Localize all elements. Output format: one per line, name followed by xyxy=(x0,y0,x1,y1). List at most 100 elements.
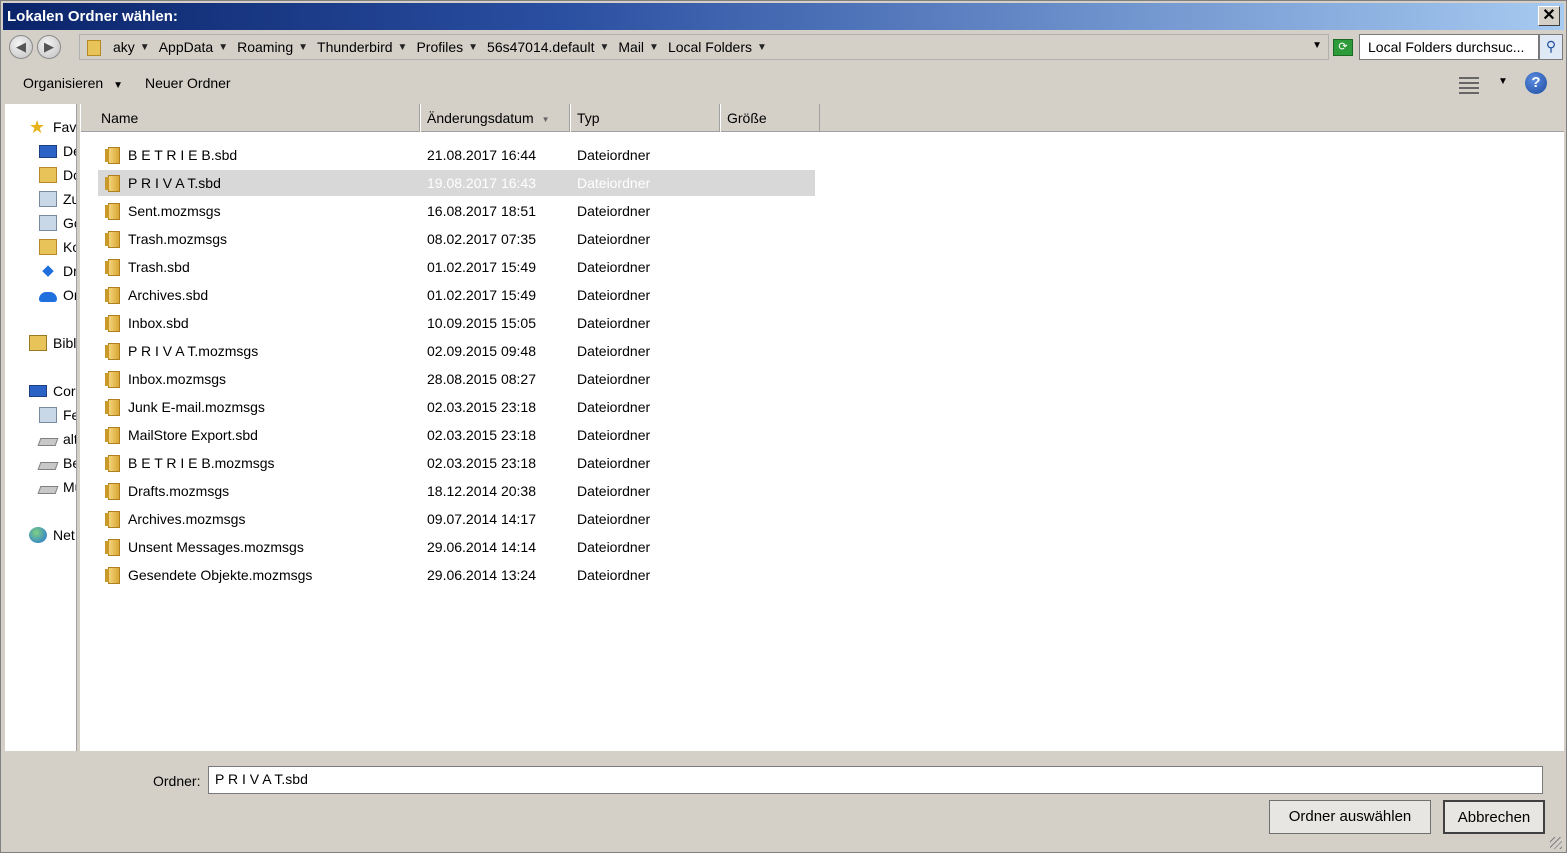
file-type: Dateiordner xyxy=(577,203,651,219)
nav-item[interactable]: Net xyxy=(29,524,75,546)
window-title: Lokalen Ordner wählen: xyxy=(7,8,178,25)
arrow-right-icon: ▶ xyxy=(44,39,54,54)
list-item[interactable]: MailStore Export.sbd 02.03.2015 23:18 Date… xyxy=(98,422,815,448)
folder-icon xyxy=(104,314,120,332)
chevron-down-icon[interactable]: ▼ xyxy=(757,42,771,53)
list-item[interactable]: Sent.mozmsgs 16.08.2017 18:51 Dateiordner xyxy=(98,198,815,224)
nav-item[interactable]: alt xyxy=(37,428,76,450)
column-size[interactable]: Größe xyxy=(720,104,820,132)
breadcrumb-item[interactable]: Thunderbird ▼ xyxy=(312,35,411,59)
folder-icon xyxy=(104,482,120,500)
nav-item[interactable]: Or xyxy=(39,284,76,306)
nav-item[interactable]: Cor xyxy=(29,380,76,402)
folder-icon xyxy=(84,35,104,59)
file-date: 02.09.2015 09:48 xyxy=(427,343,536,359)
file-name: Trash.sbd xyxy=(128,259,190,275)
breadcrumb-item[interactable]: ▶aky▼ xyxy=(104,35,154,59)
column-date[interactable]: Änderungsdatum ▼ xyxy=(420,104,570,132)
file-name: Unsent Messages.mozmsgs xyxy=(128,539,304,555)
help-icon[interactable]: ? xyxy=(1525,72,1547,94)
star-icon: ★ xyxy=(29,117,46,137)
breadcrumb-item[interactable]: 56s47014.default ▼ xyxy=(482,35,613,59)
chevron-down-icon[interactable]: ▼ xyxy=(468,42,482,53)
nav-item-label: Zu xyxy=(63,191,76,207)
chevron-down-icon: ▼ xyxy=(113,80,124,91)
breadcrumb-item[interactable]: AppData ▼ xyxy=(154,35,232,59)
forward-button[interactable]: ▶ xyxy=(37,35,61,59)
breadcrumb-item[interactable]: Profiles ▼ xyxy=(411,35,482,59)
organize-menu[interactable]: Organisieren ▼ xyxy=(23,75,123,91)
list-item[interactable]: Archives.sbd 01.02.2017 15:49 Dateiordner xyxy=(98,282,815,308)
list-item[interactable]: Inbox.mozmsgs 28.08.2015 08:27 Dateiordner xyxy=(98,366,815,392)
breadcrumb-label: Mail xyxy=(618,39,645,55)
chevron-down-icon[interactable]: ▼ xyxy=(649,42,663,53)
breadcrumb-item[interactable]: Roaming ▼ xyxy=(232,35,312,59)
list-item[interactable]: B E T R I E B.mozmsgs 02.03.2015 23:18 Dat… xyxy=(98,450,815,476)
folder-name-field[interactable]: P R I V A T.sbd xyxy=(208,766,1543,794)
nav-item-label: Fe xyxy=(63,407,76,423)
list-item[interactable]: B E T R I E B.sbd 21.08.2017 16:44 Dateior… xyxy=(98,142,815,168)
breadcrumb-item[interactable]: Mail ▼ xyxy=(613,35,663,59)
address-history-dropdown[interactable]: ▼ xyxy=(1312,40,1322,51)
folder-icon xyxy=(104,454,120,472)
nav-item[interactable]: Go xyxy=(39,212,76,234)
drive-icon xyxy=(37,486,59,494)
nav-item-label: Mu xyxy=(63,479,76,495)
nav-item[interactable]: Zu xyxy=(39,188,76,210)
nav-item[interactable]: De xyxy=(39,140,76,162)
sort-indicator-icon: ▼ xyxy=(541,114,550,124)
list-item[interactable]: Gesendete Objekte.mozmsgs 29.06.2014 13:2… xyxy=(98,562,815,588)
file-name: Trash.mozmsgs xyxy=(128,231,228,247)
nav-item[interactable]: Bibli xyxy=(29,332,76,354)
resize-grip-icon[interactable] xyxy=(1550,837,1562,849)
nav-item[interactable]: Fe xyxy=(39,404,76,426)
search-button[interactable]: ⚲ xyxy=(1539,34,1563,60)
search-input[interactable]: Local Folders durchsuc... xyxy=(1359,34,1539,60)
list-item[interactable]: Trash.sbd 01.02.2017 15:49 Dateiordner xyxy=(98,254,815,280)
list-item[interactable]: Trash.mozmsgs 08.02.2017 07:35 Dateiordner xyxy=(98,226,815,252)
cancel-button[interactable]: Abbrechen xyxy=(1443,800,1545,834)
navigation-pane[interactable]: ★ Fav De Do Zu Go Ko ◆ Dr Or Bibli Cor Fe alt Be Mu Net xyxy=(5,104,77,751)
column-name[interactable]: Name xyxy=(80,104,420,132)
column-type[interactable]: Typ xyxy=(570,104,720,132)
network-drive-icon xyxy=(39,407,57,423)
nav-item-label: Or xyxy=(63,287,76,303)
nav-item[interactable]: Ko xyxy=(39,236,76,258)
nav-item-label: Be xyxy=(63,455,76,471)
list-item[interactable]: Junk E-mail.mozmsgs 02.03.2015 23:18 Datei… xyxy=(98,394,815,420)
list-item[interactable]: Inbox.sbd 10.09.2015 15:05 Dateiordner xyxy=(98,310,815,336)
folder-icon xyxy=(104,426,120,444)
select-folder-button[interactable]: Ordner auswählen xyxy=(1269,800,1431,834)
organize-label: Organisieren xyxy=(23,75,104,91)
view-details-icon[interactable] xyxy=(1459,74,1479,94)
refresh-button[interactable]: ⟳ xyxy=(1333,39,1353,56)
chevron-down-icon[interactable]: ▼ xyxy=(298,42,312,53)
nav-item[interactable]: Do xyxy=(39,164,76,186)
list-item[interactable]: P R I V A T.sbd 19.08.2017 16:43 Dateiordn… xyxy=(98,170,815,196)
nav-item[interactable]: ◆ Dr xyxy=(39,260,77,282)
new-folder-button[interactable]: Neuer Ordner xyxy=(145,75,231,91)
view-options-dropdown[interactable]: ▼ xyxy=(1498,76,1508,87)
breadcrumb-item[interactable]: Local Folders ▼ xyxy=(663,35,771,59)
nav-item-label: Dr xyxy=(63,263,77,279)
nav-item[interactable]: ★ Fav xyxy=(29,116,76,138)
chevron-down-icon[interactable]: ▼ xyxy=(599,42,613,53)
nav-item[interactable]: Be xyxy=(37,452,76,474)
nav-item[interactable]: Mu xyxy=(37,476,76,498)
list-item[interactable]: Archives.mozmsgs 09.07.2014 14:17 Dateiord… xyxy=(98,506,815,532)
file-list[interactable]: Name Änderungsdatum ▼ Typ Größe B E T R I… xyxy=(80,104,1564,751)
chevron-down-icon[interactable]: ▼ xyxy=(398,42,412,53)
list-item[interactable]: P R I V A T.mozmsgs 02.09.2015 09:48 Datei… xyxy=(98,338,815,364)
title-bar[interactable]: Lokalen Ordner wählen: ✕ xyxy=(3,3,1564,30)
file-name: Archives.mozmsgs xyxy=(128,511,246,527)
chevron-down-icon[interactable]: ▼ xyxy=(140,42,154,53)
list-item[interactable]: Drafts.mozmsgs 18.12.2014 20:38 Dateiordne… xyxy=(98,478,815,504)
file-name: B E T R I E B.sbd xyxy=(128,147,238,163)
back-button[interactable]: ◀ xyxy=(9,35,33,59)
chevron-down-icon[interactable]: ▼ xyxy=(218,42,232,53)
list-item[interactable]: Unsent Messages.mozmsgs 29.06.2014 14:14 D… xyxy=(98,534,815,560)
file-name: Inbox.sbd xyxy=(128,315,189,331)
address-bar[interactable]: ▶aky▼AppData▼Roaming▼Thunderbird▼Profile… xyxy=(79,34,1329,60)
close-button[interactable]: ✕ xyxy=(1538,6,1560,26)
file-name: Inbox.mozmsgs xyxy=(128,371,227,387)
